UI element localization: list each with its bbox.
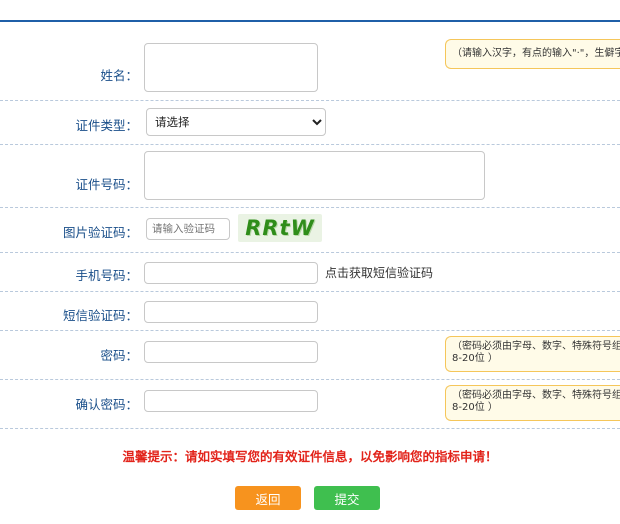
sms-code-input[interactable] — [144, 301, 318, 323]
name-input[interactable] — [144, 43, 318, 92]
cert-number-label: 证件号码： — [75, 177, 138, 192]
phone-label: 手机号码： — [75, 268, 138, 283]
name-tip-text: （请输入汉字，有点的输入"·"，生僻字 — [452, 48, 620, 59]
submit-button[interactable]: 提交 — [314, 486, 380, 510]
password-tip-line2: 8-20位 ） — [452, 353, 498, 364]
name-tip: （请输入汉字，有点的输入"·"，生僻字 — [445, 39, 620, 69]
confirm-password-tip-line1: （密码必须由字母、数字、特殊符号组 — [452, 390, 620, 401]
sms-code-label: 短信验证码： — [62, 308, 138, 323]
cert-number-input[interactable] — [144, 151, 485, 200]
password-input[interactable] — [144, 341, 318, 363]
cert-type-label: 证件类型： — [75, 118, 138, 133]
phone-input[interactable] — [144, 262, 318, 284]
get-sms-code-link[interactable]: 点击获取短信验证码 — [325, 264, 433, 281]
name-label: 姓名： — [100, 68, 138, 83]
captcha-image[interactable]: RRtW — [238, 214, 322, 242]
confirm-password-tip-line2: 8-20位 ） — [452, 402, 498, 413]
cert-type-select[interactable]: 请选择 — [146, 108, 326, 136]
password-tip-line1: （密码必须由字母、数字、特殊符号组 — [452, 341, 620, 352]
password-label: 密码： — [100, 348, 138, 363]
image-captcha-label: 图片验证码： — [62, 225, 138, 240]
warm-notice: 温馨提示：请如实填写您的有效证件信息，以免影响您的指标申请！ — [122, 449, 498, 464]
confirm-password-tip: （密码必须由字母、数字、特殊符号组 8-20位 ） — [445, 385, 620, 421]
confirm-password-label: 确认密码： — [75, 397, 138, 412]
confirm-password-input[interactable] — [144, 390, 318, 412]
image-captcha-input[interactable] — [146, 218, 230, 240]
password-tip: （密码必须由字母、数字、特殊符号组 8-20位 ） — [445, 336, 620, 372]
back-button[interactable]: 返回 — [235, 486, 301, 510]
